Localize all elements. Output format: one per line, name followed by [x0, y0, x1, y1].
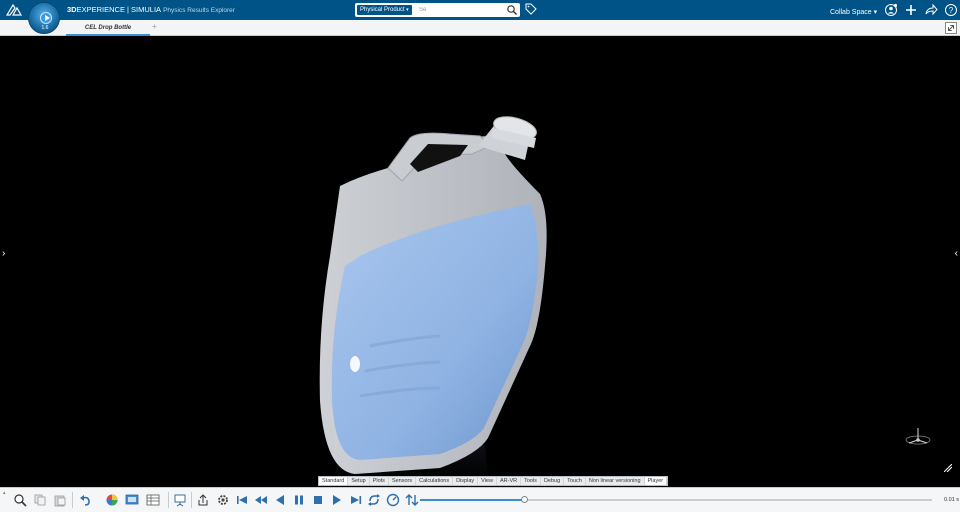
- search-scope-dropdown[interactable]: Physical Product: [357, 5, 412, 15]
- skip-to-start-icon[interactable]: [235, 493, 249, 507]
- action-bar: ▴ 0.01 s: [0, 487, 960, 512]
- search-input[interactable]: [419, 5, 499, 15]
- separator: [191, 492, 192, 508]
- section-calculations[interactable]: Calculations: [416, 477, 454, 485]
- tag-icon[interactable]: [525, 3, 537, 15]
- section-touch[interactable]: Touch: [564, 477, 586, 485]
- expand-icon[interactable]: [945, 22, 957, 34]
- help-icon[interactable]: ?: [944, 3, 958, 17]
- sort-arrows-icon[interactable]: [405, 493, 419, 507]
- user-icon[interactable]: [884, 3, 898, 17]
- search-bar: Physical Product: [355, 3, 520, 17]
- section-display[interactable]: Display: [453, 477, 479, 485]
- 3d-compass-icon[interactable]: [903, 424, 933, 448]
- bottle-model[interactable]: [300, 76, 580, 487]
- zoom-icon[interactable]: [13, 493, 27, 507]
- left-panel-toggle-icon[interactable]: ›: [2, 248, 5, 259]
- app-name: Physics Results Explorer: [163, 7, 235, 14]
- pause-icon[interactable]: [292, 493, 306, 507]
- table-icon[interactable]: [146, 493, 160, 507]
- section-view[interactable]: View: [478, 477, 497, 485]
- add-tab-button[interactable]: +: [152, 22, 157, 31]
- presentation-icon[interactable]: [173, 493, 187, 507]
- undo-icon[interactable]: [78, 493, 92, 507]
- tab-bar: CEL Drop Bottle +: [0, 20, 960, 36]
- separator: [168, 492, 169, 508]
- settings-icon[interactable]: [216, 493, 230, 507]
- section-setup[interactable]: Setup: [348, 477, 370, 485]
- add-icon[interactable]: [904, 3, 918, 17]
- timeline-slider[interactable]: [420, 496, 932, 503]
- copy-icon[interactable]: [33, 493, 47, 507]
- svg-text:?: ?: [949, 6, 954, 15]
- skip-to-end-icon[interactable]: [349, 493, 363, 507]
- share-icon[interactable]: [924, 3, 938, 17]
- view-mode-icon[interactable]: [125, 493, 139, 507]
- section-plots[interactable]: Plots: [370, 477, 389, 485]
- brand-title: 3DEXPERIENCE | SIMULIA Physics Results Ex…: [67, 5, 235, 14]
- collab-space-dropdown[interactable]: Collab Space ▾: [830, 8, 877, 16]
- app-window: 3DEXPERIENCE | SIMULIA Physics Results Ex…: [0, 0, 960, 512]
- play-compass-icon[interactable]: [40, 12, 52, 24]
- section-sensors[interactable]: Sensors: [389, 477, 417, 485]
- play-backward-icon[interactable]: [273, 493, 287, 507]
- section-tools[interactable]: Tools: [521, 477, 541, 485]
- search-icon[interactable]: [506, 4, 518, 16]
- section-player[interactable]: Player: [644, 477, 668, 485]
- render-style-icon[interactable]: [105, 493, 119, 507]
- current-time: 0.01 s: [944, 497, 959, 503]
- timeline-progress: [420, 499, 525, 501]
- 3d-viewer[interactable]: › ‹: [0, 36, 960, 487]
- compass-version: 1.6: [41, 25, 49, 31]
- compass-icon[interactable]: 1.6: [28, 2, 60, 34]
- section-debug[interactable]: Debug: [541, 477, 565, 485]
- export-icon[interactable]: [196, 493, 210, 507]
- separator: [72, 492, 73, 508]
- loop-icon[interactable]: [367, 493, 381, 507]
- 3ds-logo-icon[interactable]: [4, 2, 24, 18]
- section-non-linear-versioning[interactable]: Non linear versioning: [586, 477, 645, 485]
- play-forward-icon[interactable]: [330, 493, 344, 507]
- scroll-up-icon[interactable]: ▴: [3, 490, 6, 496]
- action-bar-sections: Standard Setup Plots Sensors Calculation…: [318, 476, 669, 486]
- right-panel-toggle-icon[interactable]: ‹: [955, 248, 958, 259]
- step-back-icon[interactable]: [254, 493, 268, 507]
- stop-icon[interactable]: [311, 493, 325, 507]
- tab-cel-drop-bottle[interactable]: CEL Drop Bottle: [66, 22, 150, 36]
- section-standard[interactable]: Standard: [319, 477, 349, 485]
- resize-handle-icon[interactable]: [944, 464, 952, 472]
- speed-icon[interactable]: [386, 493, 400, 507]
- timeline-handle[interactable]: [520, 496, 528, 503]
- paste-icon[interactable]: [53, 493, 67, 507]
- section-ar-vr[interactable]: AR-VR: [497, 477, 522, 485]
- top-bar: 3DEXPERIENCE | SIMULIA Physics Results Ex…: [0, 0, 960, 20]
